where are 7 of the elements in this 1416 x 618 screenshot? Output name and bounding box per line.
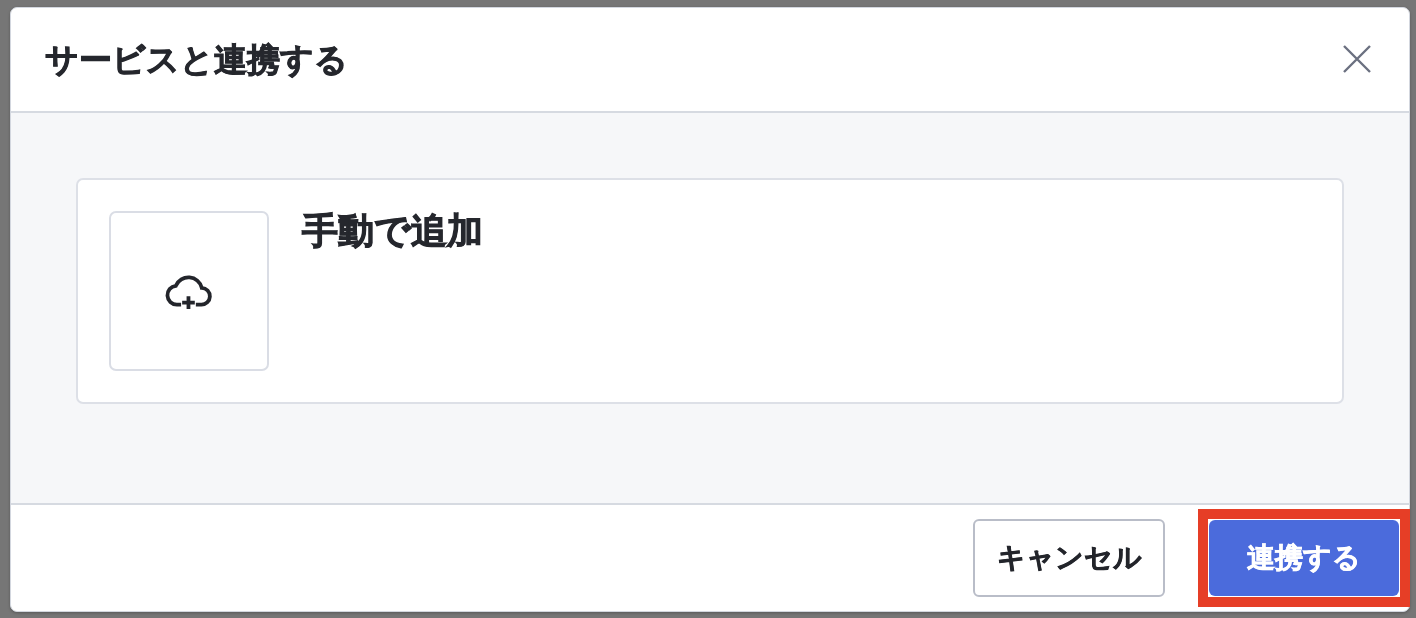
option-title: 手動で追加 xyxy=(302,209,483,253)
close-button[interactable] xyxy=(1343,44,1371,73)
connect-button[interactable]: 連携する xyxy=(1209,520,1399,596)
close-icon xyxy=(1343,44,1371,73)
option-card[interactable]: 手動で追加 xyxy=(76,178,1344,404)
cancel-button[interactable]: キャンセル xyxy=(973,519,1165,597)
dialog-title: サービスと連携する xyxy=(45,39,348,80)
